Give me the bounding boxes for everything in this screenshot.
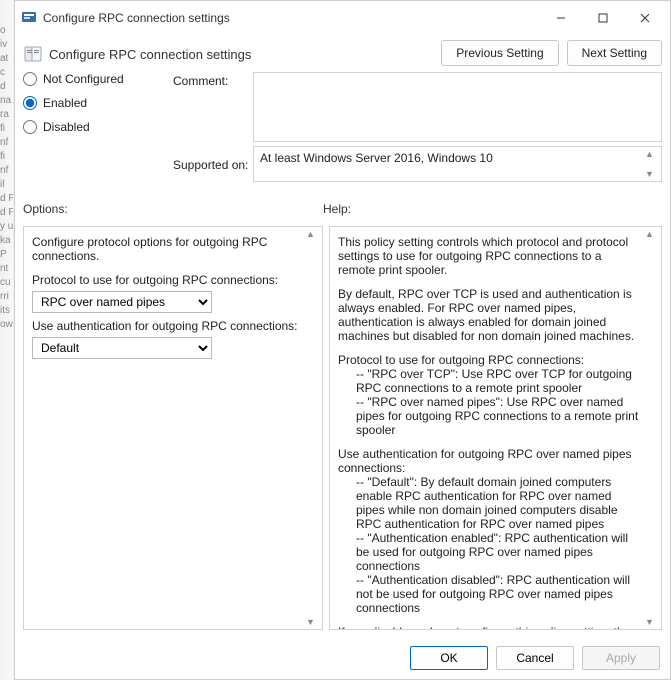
help-p3b: -- "RPC over named pipes": Use RPC over … bbox=[338, 395, 641, 437]
not-configured-radio[interactable]: Not Configured bbox=[23, 72, 173, 86]
header: Configure RPC connection settings Previo… bbox=[15, 36, 670, 72]
protocol-label: Protocol to use for outgoing RPC connect… bbox=[32, 273, 302, 287]
panes: Configure protocol options for outgoing … bbox=[15, 220, 670, 638]
ok-button[interactable]: OK bbox=[410, 646, 488, 670]
help-p3a: -- "RPC over TCP": Use RPC over TCP for … bbox=[338, 367, 641, 395]
scroll-indicator-icon: ▲▼ bbox=[645, 229, 659, 627]
disabled-label: Disabled bbox=[43, 120, 90, 134]
options-pane: Configure protocol options for outgoing … bbox=[23, 226, 323, 630]
comment-textarea[interactable] bbox=[253, 72, 662, 142]
footer: OK Cancel Apply bbox=[15, 638, 670, 680]
not-configured-input[interactable] bbox=[23, 72, 37, 86]
help-p3: Protocol to use for outgoing RPC connect… bbox=[338, 353, 641, 367]
protocol-select[interactable]: RPC over named pipes bbox=[32, 291, 212, 313]
enabled-input[interactable] bbox=[23, 96, 37, 110]
disabled-input[interactable] bbox=[23, 120, 37, 134]
help-p4: Use authentication for outgoing RPC over… bbox=[338, 447, 641, 475]
scroll-indicator-icon: ▲▼ bbox=[306, 229, 320, 627]
titlebar: Configure RPC connection settings bbox=[15, 1, 670, 36]
app-icon bbox=[21, 10, 37, 26]
minimize-button[interactable] bbox=[540, 7, 582, 29]
apply-button[interactable]: Apply bbox=[582, 646, 660, 670]
next-setting-button[interactable]: Next Setting bbox=[567, 40, 662, 66]
previous-setting-button[interactable]: Previous Setting bbox=[441, 40, 558, 66]
supported-on-label: Supported on: bbox=[173, 156, 253, 172]
policy-icon bbox=[23, 44, 43, 64]
help-p5: If you disable or do not configure this … bbox=[338, 625, 641, 630]
not-configured-label: Not Configured bbox=[43, 72, 124, 86]
policy-editor-window: Configure RPC connection settings Config… bbox=[14, 0, 671, 680]
help-label: Help: bbox=[323, 202, 662, 216]
auth-select[interactable]: Default bbox=[32, 337, 212, 359]
options-intro: Configure protocol options for outgoing … bbox=[32, 235, 302, 263]
disabled-radio[interactable]: Disabled bbox=[23, 120, 173, 134]
help-p4a: -- "Default": By default domain joined c… bbox=[338, 475, 641, 531]
clipped-tree: oivatcdna rafinffinfil d Pd Py ukaPnt cu… bbox=[0, 0, 14, 680]
policy-title: Configure RPC connection settings bbox=[49, 47, 251, 62]
auth-label: Use authentication for outgoing RPC conn… bbox=[32, 319, 302, 333]
enabled-label: Enabled bbox=[43, 96, 87, 110]
help-p2: By default, RPC over TCP is used and aut… bbox=[338, 287, 641, 343]
spin-icons: ▲▼ bbox=[645, 149, 659, 179]
window-buttons bbox=[540, 7, 666, 29]
window-title: Configure RPC connection settings bbox=[43, 11, 540, 25]
enabled-radio[interactable]: Enabled bbox=[23, 96, 173, 110]
maximize-button[interactable] bbox=[582, 7, 624, 29]
options-label: Options: bbox=[23, 202, 323, 216]
state-grid: Not Configured Enabled Disabled Comment:… bbox=[15, 72, 670, 186]
close-button[interactable] bbox=[624, 7, 666, 29]
supported-on-text: At least Windows Server 2016, Windows 10 bbox=[260, 151, 493, 165]
state-radios: Not Configured Enabled Disabled bbox=[23, 72, 173, 134]
pane-labels: Options: Help: bbox=[15, 198, 670, 220]
help-p4b: -- "Authentication enabled": RPC authent… bbox=[338, 531, 641, 573]
help-p1: This policy setting controls which proto… bbox=[338, 235, 641, 277]
help-p4c: -- "Authentication disabled": RPC authen… bbox=[338, 573, 641, 615]
cancel-button[interactable]: Cancel bbox=[496, 646, 574, 670]
comment-label: Comment: bbox=[173, 72, 253, 88]
help-pane: This policy setting controls which proto… bbox=[329, 226, 662, 630]
supported-on-box: At least Windows Server 2016, Windows 10… bbox=[253, 146, 662, 182]
